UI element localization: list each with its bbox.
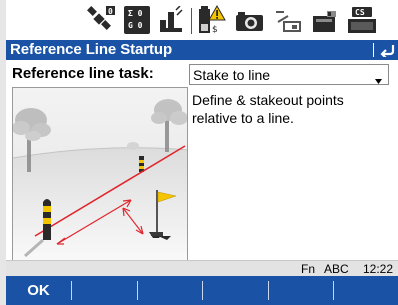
accuracy-row-2: G 0	[128, 21, 143, 30]
softkey-2[interactable]	[72, 276, 137, 305]
satellite-count: 0	[108, 7, 113, 16]
task-label: Reference line task:	[12, 65, 154, 82]
page-title: Reference Line Startup	[10, 41, 173, 58]
cs-controller-icon[interactable]: CS	[346, 6, 378, 34]
input-mode-indicator: ABC	[324, 262, 349, 276]
softkey-6[interactable]	[334, 276, 398, 305]
fn-indicator: Fn	[301, 262, 316, 276]
status-bar: 0 Σ 0 G 0 $ CS	[6, 0, 398, 40]
stake-to-line-illustration	[12, 87, 188, 263]
softkey-4[interactable]	[203, 276, 268, 305]
info-line: Fn ABC 12:22	[6, 260, 398, 276]
camera-icon[interactable]	[235, 10, 265, 32]
main-content: Reference line task: Stake to line Defin…	[6, 60, 398, 263]
near-pole	[43, 199, 51, 240]
dropdown-arrow-icon[interactable]	[375, 71, 382, 89]
svg-text:$: $	[212, 25, 218, 35]
position-accuracy-icon[interactable]: Σ 0 G 0	[124, 6, 150, 34]
statusbar-divider	[191, 8, 192, 34]
titlebar-divider	[373, 43, 374, 57]
task-select-value: Stake to line	[193, 67, 271, 83]
clock: 12:22	[363, 262, 394, 276]
task-select[interactable]: Stake to line	[189, 64, 389, 85]
task-description: Define & stakeout points relative to a l…	[192, 92, 344, 126]
instrument-battery-icon[interactable]: $	[198, 4, 226, 36]
softkey-bar: OK	[6, 276, 398, 305]
controller-badge: CS	[355, 8, 365, 17]
sd-card-icon[interactable]	[312, 10, 338, 34]
ok-softkey[interactable]: OK	[6, 276, 71, 305]
device-screen: 0 Σ 0 G 0 $ CS Reference Line Startup Re…	[6, 0, 398, 305]
satellite-icon[interactable]: 0	[86, 6, 116, 34]
line-tool-icon[interactable]	[274, 8, 304, 34]
title-bar: Reference Line Startup	[6, 40, 398, 60]
accuracy-row-1: Σ 0	[128, 9, 143, 18]
softkey-5[interactable]	[269, 276, 333, 305]
rtk-radio-icon[interactable]	[158, 6, 184, 34]
softkey-3[interactable]	[138, 276, 202, 305]
far-pole	[139, 156, 144, 172]
